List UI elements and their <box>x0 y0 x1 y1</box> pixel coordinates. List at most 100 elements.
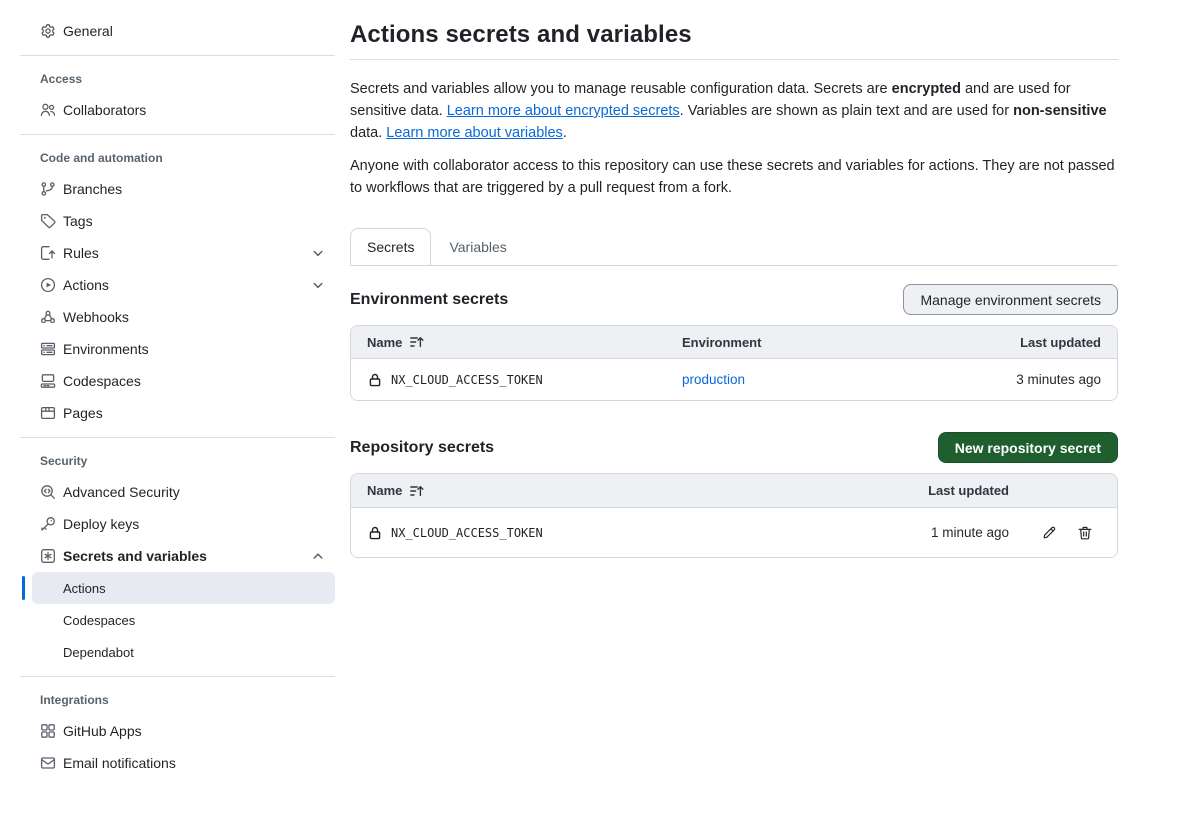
text: data. <box>350 125 386 141</box>
page-title: Actions secrets and variables <box>350 21 1118 49</box>
sidebar-item-advanced-security[interactable]: Advanced Security <box>20 476 335 508</box>
people-icon <box>40 102 56 118</box>
sidebar-item-label: Actions <box>63 581 106 596</box>
delete-secret-button[interactable] <box>1077 525 1093 541</box>
new-repository-secret-button[interactable]: New repository secret <box>938 432 1118 463</box>
text: . <box>563 125 567 141</box>
sidebar-divider <box>20 676 335 677</box>
codescan-icon <box>40 484 56 500</box>
environment-secrets-header: Environment secrets Manage environment s… <box>350 284 1118 315</box>
emphasis-text: non-sensitive <box>1013 103 1106 119</box>
play-icon <box>40 277 56 293</box>
name-column-header[interactable]: Name <box>351 483 859 499</box>
edit-secret-button[interactable] <box>1041 525 1057 541</box>
asterisk-box-icon <box>40 548 56 564</box>
learn-more-link[interactable]: Learn more about encrypted secrets <box>447 103 680 119</box>
codespaces-icon <box>40 373 56 389</box>
sidebar-item-label: Codespaces <box>63 613 135 628</box>
sidebar-item-label: Secrets and variables <box>63 548 207 564</box>
description-paragraph: Anyone with collaborator access to this … <box>350 155 1118 199</box>
repository-secrets-table: Name Last updated NX_CLOUD_ACCESS_TOKEN 1… <box>350 473 1118 558</box>
table-body: NX_CLOUD_ACCESS_TOKEN 1 minute ago <box>351 508 1117 557</box>
secret-name-cell: NX_CLOUD_ACCESS_TOKEN <box>351 372 666 388</box>
tab-secrets[interactable]: Secrets <box>350 228 431 265</box>
sidebar-item-environments[interactable]: Environments <box>20 333 335 365</box>
sidebar-item-label: Environments <box>63 341 149 357</box>
tab-variables[interactable]: Variables <box>431 228 524 265</box>
key-icon <box>40 516 56 532</box>
last-updated-column-header: Last updated <box>1020 335 1117 350</box>
last-updated: 1 minute ago <box>931 525 1009 540</box>
sidebar-item-actions[interactable]: Actions <box>20 269 335 301</box>
sidebar-divider <box>20 55 335 56</box>
sidebar-item-label: Codespaces <box>63 373 141 389</box>
environment-secrets-heading: Environment secrets <box>350 291 508 309</box>
sidebar-item-pages[interactable]: Pages <box>20 397 335 429</box>
sidebar-section-label: Access <box>20 64 335 94</box>
name-column-header[interactable]: Name <box>351 334 666 350</box>
sidebar-item-codespaces[interactable]: Codespaces <box>20 365 335 397</box>
sidebar-item-label: Dependabot <box>63 645 134 660</box>
chevron-up-icon <box>310 548 326 564</box>
sidebar-item-general[interactable]: General <box>20 15 335 47</box>
sidebar-item-label: Rules <box>63 245 99 261</box>
secrets-variables-tabs: SecretsVariables <box>350 228 1118 266</box>
text: Secrets and variables allow you to manag… <box>350 81 892 97</box>
browser-icon <box>40 405 56 421</box>
sidebar-item-label: Advanced Security <box>63 484 180 500</box>
text: Anyone with collaborator access to this … <box>350 158 1115 196</box>
environment-column-header: Environment <box>666 335 917 350</box>
settings-sidebar: General Access Collaborators Code and autom… <box>20 15 335 779</box>
sidebar-item-deploy-keys[interactable]: Deploy keys <box>20 508 335 540</box>
gear-icon <box>40 23 56 39</box>
grid-icon <box>40 723 56 739</box>
sidebar-divider <box>20 437 335 438</box>
name-column-label: Name <box>367 335 402 350</box>
sidebar-item-branches[interactable]: Branches <box>20 173 335 205</box>
sidebar-item-label: Pages <box>63 405 103 421</box>
sidebar-item-label: Branches <box>63 181 122 197</box>
manage-environment-secrets-button[interactable]: Manage environment secrets <box>903 284 1118 315</box>
rules-icon <box>40 245 56 261</box>
sidebar-item-label: GitHub Apps <box>63 723 142 739</box>
environment-link[interactable]: production <box>682 372 745 387</box>
sidebar-item-label: Collaborators <box>63 102 146 118</box>
sidebar-item-label: Tags <box>63 213 93 229</box>
sidebar-item-collaborators[interactable]: Collaborators <box>20 94 335 126</box>
settings-content: Actions secrets and variables Secrets an… <box>350 0 1118 558</box>
sidebar-item-rules[interactable]: Rules <box>20 237 335 269</box>
learn-more-link[interactable]: Learn more about variables <box>386 125 563 141</box>
sidebar-item-label: General <box>63 23 113 39</box>
repository-secret-row: NX_CLOUD_ACCESS_TOKEN 1 minute ago <box>351 508 1117 557</box>
sidebar-item-tags[interactable]: Tags <box>20 205 335 237</box>
sidebar-item-label: Email notifications <box>63 755 176 771</box>
environment-secret-row: NX_CLOUD_ACCESS_TOKENproduction3 minutes… <box>351 359 1117 400</box>
tag-icon <box>40 213 56 229</box>
last-updated-column-header: Last updated <box>928 483 1009 498</box>
sidebar-item-email-notifications[interactable]: Email notifications <box>20 747 335 779</box>
table-header-row: Name Environment Last updated <box>351 326 1117 359</box>
sidebar-item-secrets-and-variables[interactable]: Secrets and variables <box>20 540 335 572</box>
sidebar-item-webhooks[interactable]: Webhooks <box>20 301 335 333</box>
chevron-down-icon <box>310 245 326 261</box>
lock-icon <box>367 525 383 541</box>
lock-icon <box>367 372 383 388</box>
sidebar-item-github-apps[interactable]: GitHub Apps <box>20 715 335 747</box>
webhook-icon <box>40 309 56 325</box>
mail-icon <box>40 755 56 771</box>
sidebar-item-secrets-actions[interactable]: Actions <box>32 572 335 604</box>
sidebar-section-label: Code and automation <box>20 143 335 173</box>
sidebar-item-label: Webhooks <box>63 309 129 325</box>
repository-secrets-header: Repository secrets New repository secret <box>350 432 1118 463</box>
sidebar-item-secrets-codespaces[interactable]: Codespaces <box>32 604 335 636</box>
sidebar-divider <box>20 134 335 135</box>
sidebar-item-label: Deploy keys <box>63 516 139 532</box>
sidebar-item-secrets-dependabot[interactable]: Dependabot <box>32 636 335 668</box>
secret-name: NX_CLOUD_ACCESS_TOKEN <box>391 526 543 540</box>
title-divider <box>350 59 1118 60</box>
secret-name-cell: NX_CLOUD_ACCESS_TOKEN <box>351 525 859 541</box>
git-branch-icon <box>40 181 56 197</box>
sort-ascending-icon <box>409 483 425 499</box>
repository-secrets-heading: Repository secrets <box>350 439 494 457</box>
text: . Variables are shown as plain text and … <box>680 103 1013 119</box>
